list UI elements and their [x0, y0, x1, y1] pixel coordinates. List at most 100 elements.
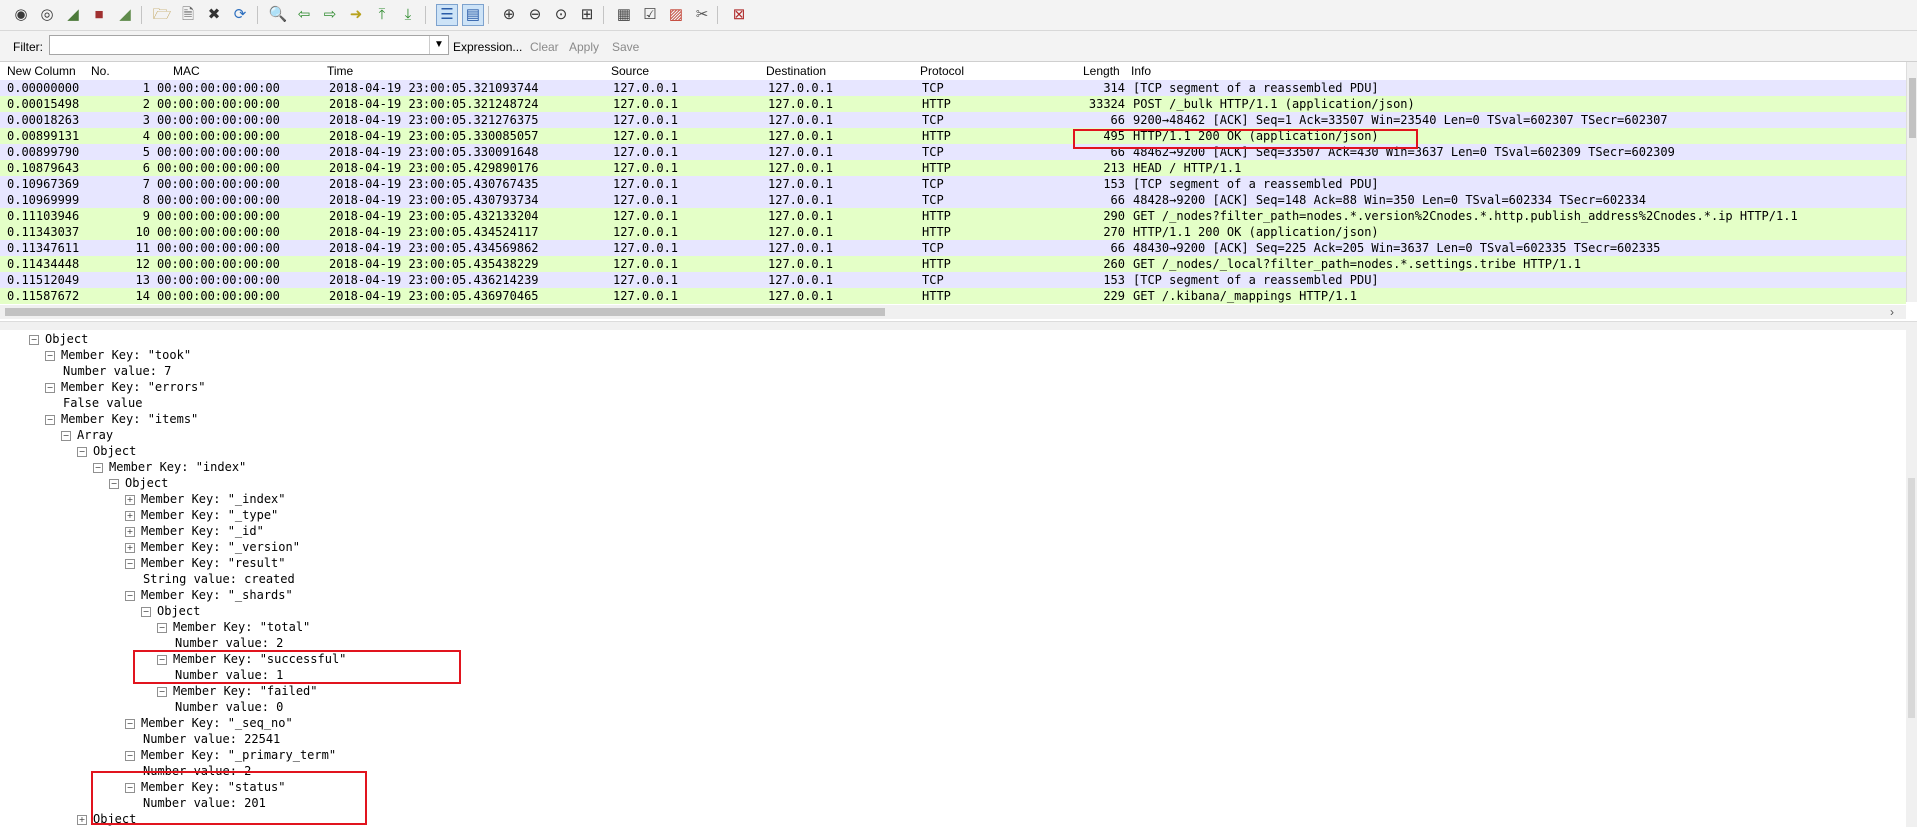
collapse-icon[interactable]: − — [45, 350, 55, 361]
column-header-src[interactable]: Source — [611, 64, 649, 78]
collapse-icon[interactable]: − — [45, 382, 55, 393]
capture-filters-icon[interactable]: ▦ — [614, 5, 634, 25]
collapse-icon[interactable]: − — [125, 750, 135, 761]
shark-fin-icon[interactable]: ◢ — [63, 5, 83, 25]
collapse-icon[interactable]: − — [125, 590, 135, 601]
column-header-mac[interactable]: MAC — [173, 64, 200, 78]
start-capture-icon[interactable]: ◉ — [11, 5, 31, 25]
collapse-icon[interactable]: − — [93, 462, 103, 473]
tree-node[interactable]: Number value: 22541 — [143, 731, 280, 747]
expand-icon[interactable]: + — [125, 542, 135, 553]
tree-node[interactable]: String value: created — [143, 571, 295, 587]
tree-node[interactable]: + Member Key: "_type" — [125, 507, 278, 523]
packet-row[interactable]: 0.10879643 6 00:00:00:00:00:00 2018-04-19 2… — [0, 160, 1906, 176]
packet-row[interactable]: 0.00899131 4 00:00:00:00:00:00 2018-04-19 2… — [0, 128, 1906, 144]
tree-node[interactable]: − Member Key: "took" — [45, 347, 191, 363]
column-header-no[interactable]: No. — [91, 64, 110, 78]
details-vertical-scrollbar[interactable] — [1906, 328, 1917, 827]
column-header-len[interactable]: Length — [1083, 64, 1120, 78]
packet-row[interactable]: 0.10967369 7 00:00:00:00:00:00 2018-04-19 2… — [0, 176, 1906, 192]
expand-icon[interactable]: + — [125, 510, 135, 521]
collapse-icon[interactable]: − — [29, 334, 39, 345]
packet-row[interactable]: 0.11103946 9 00:00:00:00:00:00 2018-04-19 2… — [0, 208, 1906, 224]
resize-columns-icon[interactable]: ⊞ — [577, 5, 597, 25]
packet-row[interactable]: 0.00015498 2 00:00:00:00:00:00 2018-04-19 2… — [0, 96, 1906, 112]
go-forward-icon[interactable]: ⇨ — [320, 5, 340, 25]
filter-dropdown-icon[interactable]: ▼ — [429, 36, 448, 54]
packet-details-tree[interactable]: − Object − Member Key: "took" Number value: … — [0, 328, 1906, 827]
stop-capture-icon[interactable]: ■ — [89, 5, 109, 25]
scroll-right-icon[interactable]: › — [1890, 305, 1894, 319]
tree-node[interactable]: Number value: 0 — [175, 699, 283, 715]
filter-input[interactable] — [49, 35, 449, 55]
collapse-icon[interactable]: − — [45, 414, 55, 425]
restart-capture-icon[interactable]: ◢ — [115, 5, 135, 25]
go-last-icon[interactable]: ⤓ — [398, 5, 418, 25]
tree-node[interactable]: + Member Key: "_index" — [125, 491, 286, 507]
tree-node[interactable]: − Member Key: "total" — [157, 619, 310, 635]
expand-icon[interactable]: + — [125, 526, 135, 537]
collapse-icon[interactable]: − — [141, 606, 151, 617]
tree-node[interactable]: − Object — [77, 443, 136, 459]
packet-row[interactable]: 0.11347611 11 00:00:00:00:00:00 2018-04-19 … — [0, 240, 1906, 256]
packet-list[interactable]: New Column No. MAC Time Source Destination Pro… — [0, 62, 1906, 304]
collapse-icon[interactable]: − — [157, 686, 167, 697]
collapse-icon[interactable]: − — [109, 478, 119, 489]
packet-row[interactable]: 0.11343037 10 00:00:00:00:00:00 2018-04-19 … — [0, 224, 1906, 240]
save-button[interactable]: Save — [612, 40, 639, 54]
expand-icon[interactable]: + — [125, 494, 135, 505]
autoscroll-icon[interactable]: ☰ — [436, 4, 458, 26]
go-to-packet-icon[interactable]: ➜ — [346, 5, 366, 25]
apply-button[interactable]: Apply — [569, 40, 599, 54]
tree-node[interactable]: + Member Key: "_id" — [125, 523, 264, 539]
scroll-thumb[interactable] — [1909, 78, 1916, 138]
tree-node[interactable]: − Member Key: "_seq_no" — [125, 715, 293, 731]
tree-node[interactable]: − Object — [109, 475, 168, 491]
column-header-newcol[interactable]: New Column — [7, 64, 76, 78]
coloring-rules-icon[interactable]: ▨ — [666, 5, 686, 25]
packet-row[interactable]: 0.11434448 12 00:00:00:00:00:00 2018-04-19 … — [0, 256, 1906, 272]
expand-icon[interactable]: + — [77, 814, 87, 825]
tree-node[interactable]: − Member Key: "index" — [93, 459, 246, 475]
scroll-thumb[interactable] — [1908, 478, 1915, 718]
scroll-thumb[interactable] — [5, 308, 885, 316]
tree-node[interactable]: − Member Key: "items" — [45, 411, 198, 427]
packet-list-horizontal-scrollbar[interactable]: › — [0, 305, 1906, 319]
tree-node[interactable]: − Object — [141, 603, 200, 619]
collapse-icon[interactable]: − — [125, 558, 135, 569]
packet-row[interactable]: 0.00899790 5 00:00:00:00:00:00 2018-04-19 2… — [0, 144, 1906, 160]
column-header-dst[interactable]: Destination — [766, 64, 826, 78]
save-file-icon[interactable]: 🗎 — [178, 5, 198, 25]
tree-node[interactable]: − Member Key: "_primary_term" — [125, 747, 336, 763]
packet-row[interactable]: 0.11587672 14 00:00:00:00:00:00 2018-04-19 … — [0, 288, 1906, 304]
tree-node[interactable]: + Member Key: "_version" — [125, 539, 300, 555]
go-back-icon[interactable]: ⇦ — [294, 5, 314, 25]
preferences-icon[interactable]: ✂ — [692, 5, 712, 25]
expression-button[interactable]: Expression... — [453, 40, 522, 54]
tree-node[interactable]: False value — [63, 395, 142, 411]
column-header-time[interactable]: Time — [327, 64, 353, 78]
tree-node[interactable]: − Member Key: "_shards" — [125, 587, 293, 603]
capture-options-icon[interactable]: ◎ — [37, 5, 57, 25]
reload-file-icon[interactable]: ⟳ — [230, 5, 250, 25]
normal-size-icon[interactable]: ⊙ — [551, 5, 571, 25]
collapse-icon[interactable]: − — [61, 430, 71, 441]
collapse-icon[interactable]: − — [125, 718, 135, 729]
close-file-icon[interactable]: ✖ — [204, 5, 224, 25]
packet-row[interactable]: 0.11512049 13 00:00:00:00:00:00 2018-04-19 … — [0, 272, 1906, 288]
colorize-icon[interactable]: ▤ — [462, 4, 484, 26]
column-header-info[interactable]: Info — [1131, 64, 1151, 78]
packet-row[interactable]: 0.10969999 8 00:00:00:00:00:00 2018-04-19 2… — [0, 192, 1906, 208]
packet-row[interactable]: 0.00000000 1 00:00:00:00:00:00 2018-04-19 2… — [0, 80, 1906, 96]
find-packet-icon[interactable]: 🔍 — [268, 5, 288, 25]
tree-node[interactable]: Number value: 2 — [175, 635, 283, 651]
tree-node[interactable]: − Member Key: "result" — [125, 555, 286, 571]
tree-node[interactable]: − Member Key: "failed" — [157, 683, 318, 699]
clear-button[interactable]: Clear — [530, 40, 559, 54]
open-file-icon[interactable]: 🗁 — [152, 5, 172, 25]
go-first-icon[interactable]: ⤒ — [372, 5, 392, 25]
tree-node[interactable]: − Member Key: "errors" — [45, 379, 206, 395]
tree-node[interactable]: − Object — [29, 331, 88, 347]
collapse-icon[interactable]: − — [77, 446, 87, 457]
zoom-in-icon[interactable]: ⊕ — [499, 5, 519, 25]
